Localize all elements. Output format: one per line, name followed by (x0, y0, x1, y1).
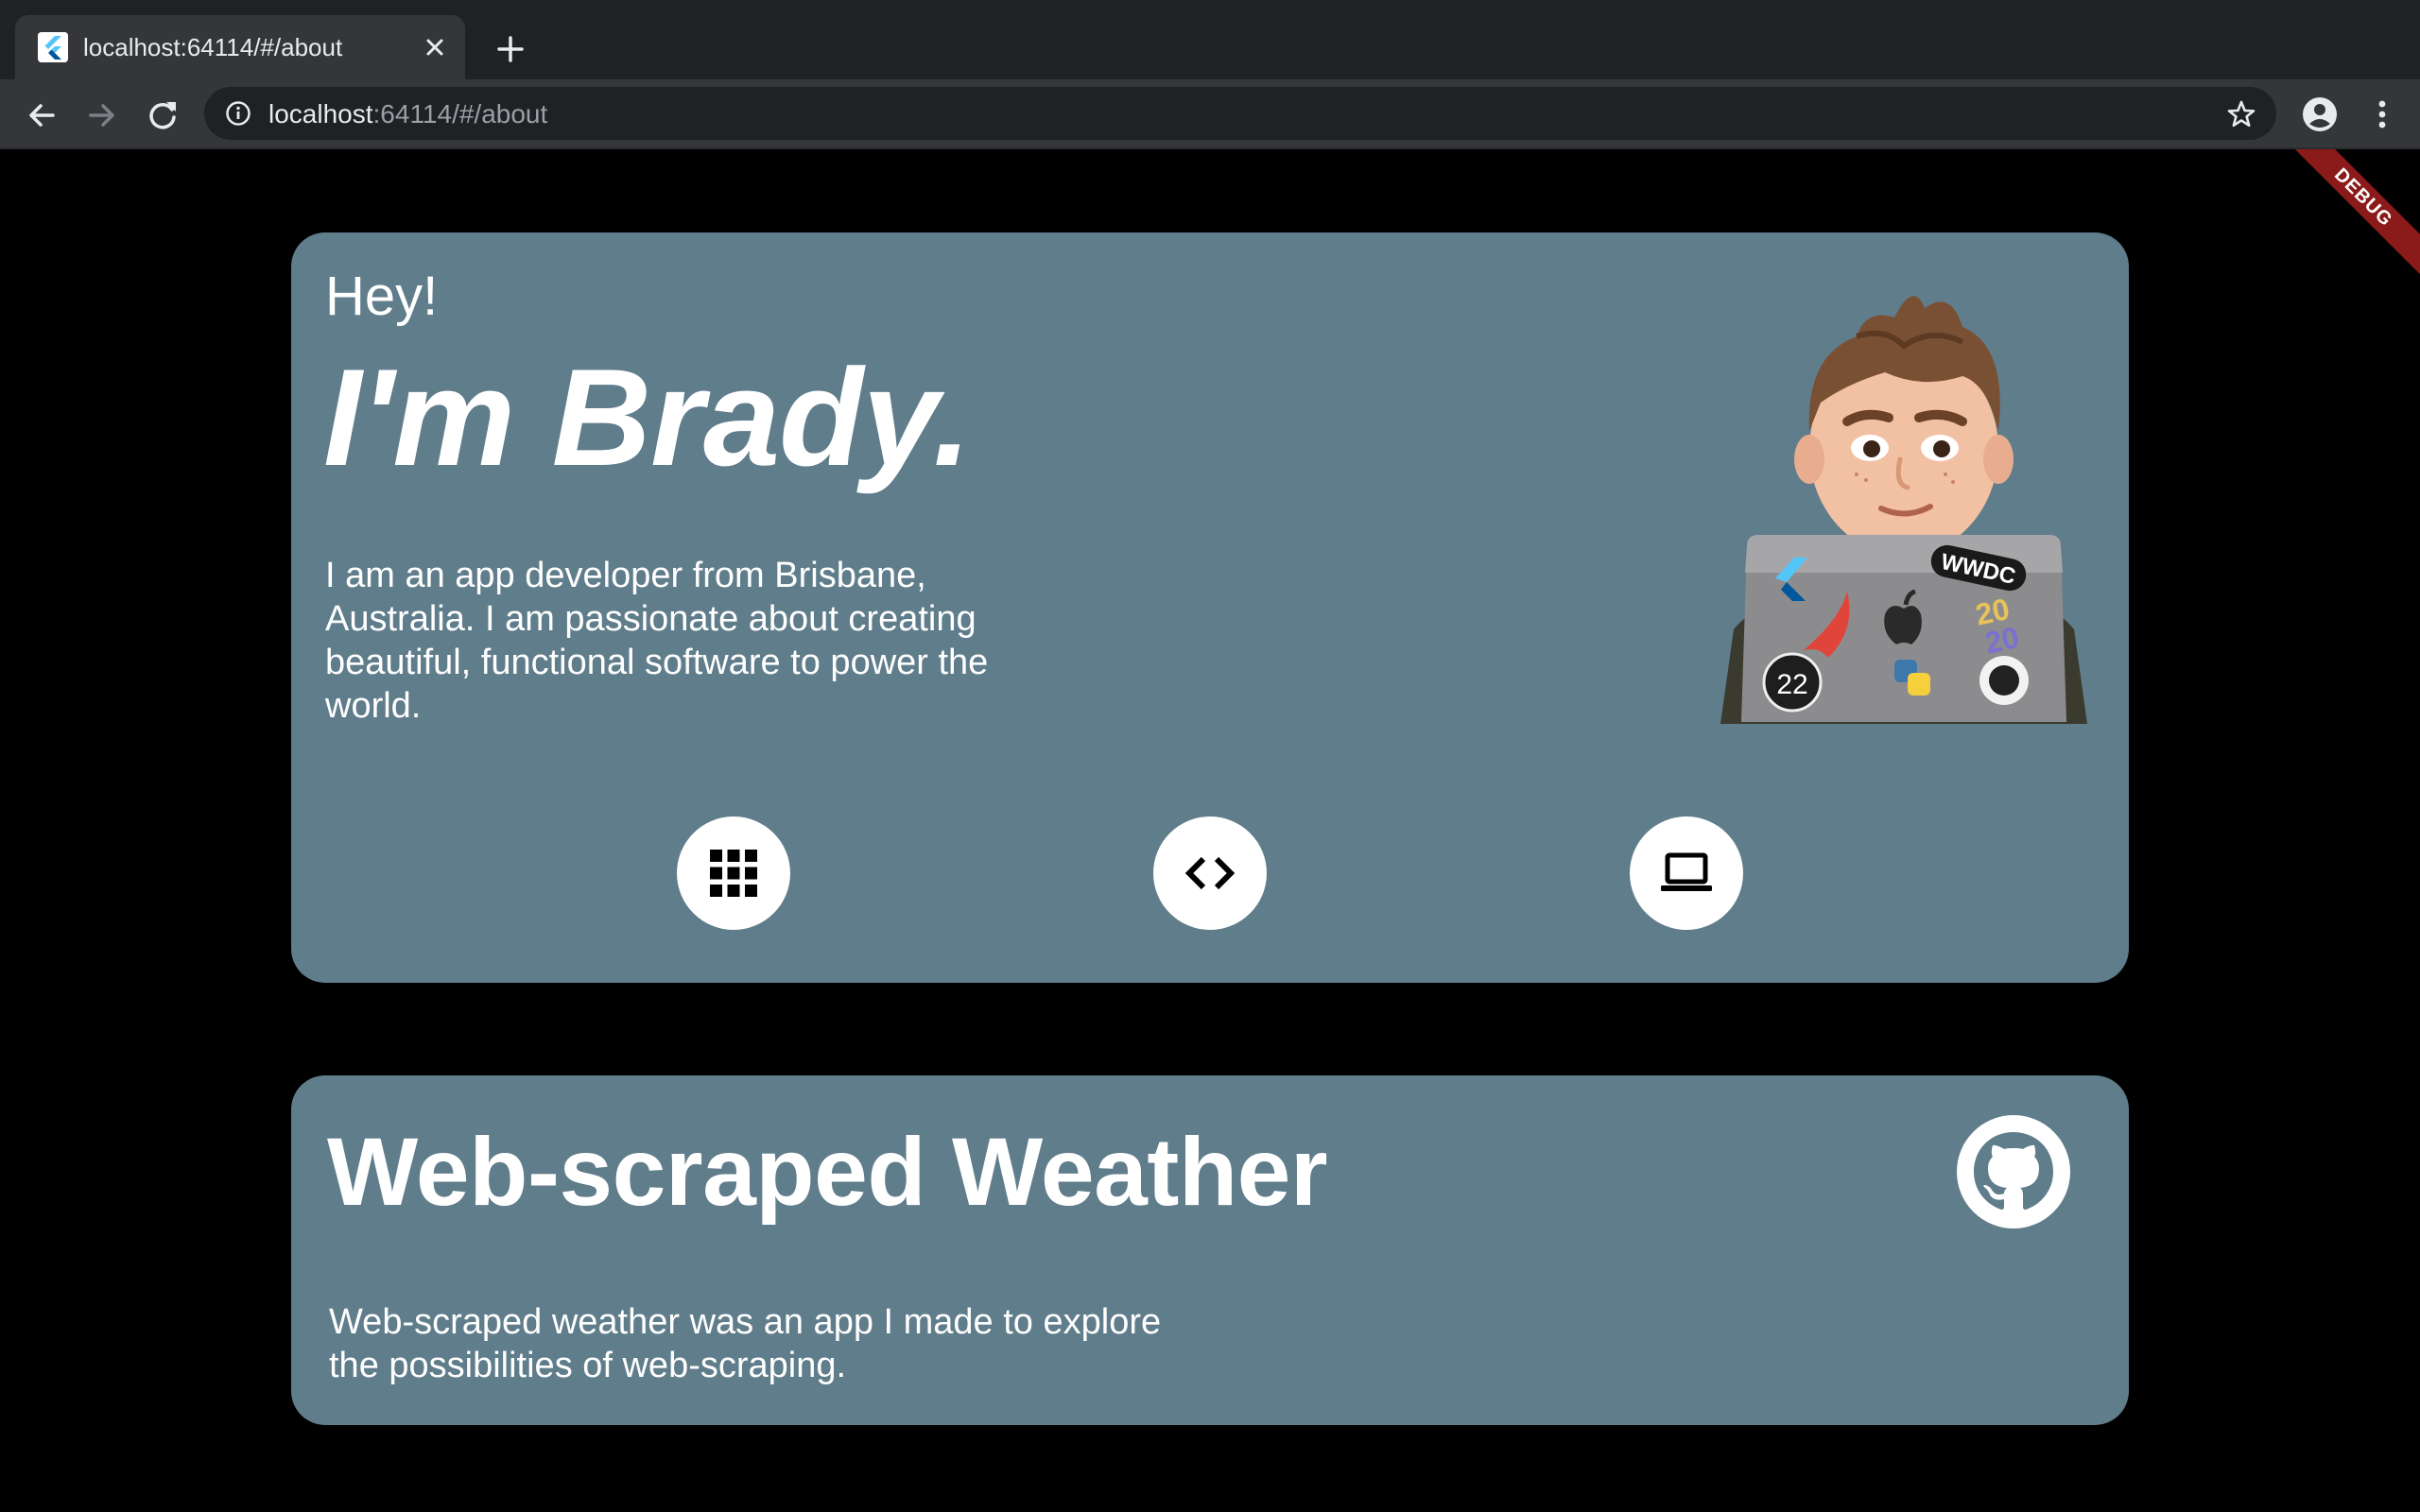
about-card: Hey! I'm Brady. I am an app developer fr… (291, 232, 2129, 983)
project-description: Web-scraped weather was an app I made to… (329, 1302, 1162, 1385)
bookmark-star-icon[interactable] (2225, 98, 2257, 130)
code-button[interactable] (1153, 816, 1267, 930)
code-icon (1184, 856, 1236, 890)
name-heading: I'm Brady. (323, 340, 972, 494)
reload-icon[interactable] (144, 96, 182, 134)
github-icon (1957, 1115, 2070, 1228)
close-tab-icon[interactable] (420, 32, 450, 62)
github-link[interactable] (1955, 1113, 2072, 1230)
debug-banner: DEBUG (2266, 149, 2420, 295)
browser-tab-bar: localhost:64114/#/about (0, 0, 2420, 79)
tab-title: localhost:64114/#/about (83, 33, 343, 61)
apps-grid-icon (710, 850, 757, 897)
apps-button[interactable] (677, 816, 790, 930)
url-text: localhost:64114/#/about (268, 99, 547, 129)
svg-text:22: 22 (1776, 669, 1807, 700)
page-viewport: DEBUG Hey! I'm Brady. I am an app develo… (0, 149, 2420, 1512)
svg-text:20: 20 (1982, 620, 2022, 661)
greeting-text: Hey! (325, 266, 439, 327)
back-arrow-icon[interactable] (23, 96, 60, 134)
info-icon[interactable] (225, 100, 251, 127)
profile-avatar-icon[interactable] (2301, 95, 2339, 133)
url-path: :64114/#/about (372, 99, 548, 129)
url-host: localhost (268, 99, 373, 129)
flutter-favicon-icon (38, 32, 68, 62)
browser-tab[interactable]: localhost:64114/#/about (15, 15, 465, 79)
browser-toolbar: localhost:64114/#/about (0, 79, 2420, 149)
project-card[interactable]: Web-scraped Weather Web-scraped weather … (291, 1075, 2129, 1425)
memoji-avatar: WWDC 20 20 22 (1720, 296, 2087, 724)
bio-text: I am an app developer from Brisbane, Aus… (325, 556, 989, 726)
more-menu-icon[interactable] (2363, 95, 2401, 133)
laptop-button[interactable] (1630, 816, 1743, 930)
new-tab-icon[interactable] (492, 30, 529, 68)
forward-arrow-icon[interactable] (83, 96, 121, 134)
laptop-icon (1661, 852, 1712, 891)
address-bar[interactable]: localhost:64114/#/about (204, 87, 2276, 140)
project-title: Web-scraped Weather (327, 1118, 1328, 1226)
